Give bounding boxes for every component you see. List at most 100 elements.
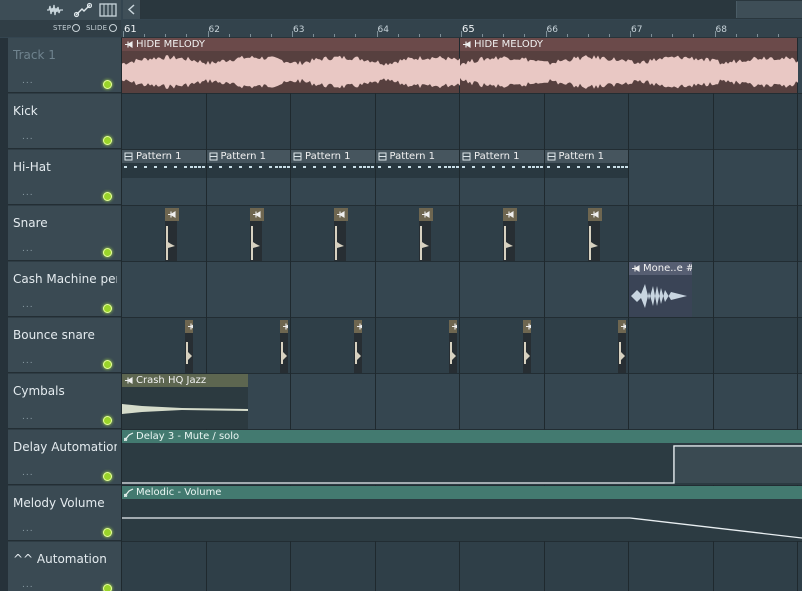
clip-header[interactable] [449, 320, 458, 333]
pattern-clip[interactable]: Pattern 1 [544, 150, 628, 178]
track-lane[interactable] [121, 318, 802, 374]
track-options-dots[interactable]: ... [22, 524, 34, 534]
clip-header[interactable] [354, 320, 363, 333]
track-enable-led[interactable] [103, 192, 112, 201]
bounce-snare-clip[interactable] [354, 320, 363, 373]
track-header[interactable]: Hi-Hat... [8, 150, 121, 205]
track-name[interactable]: Delay Automation [13, 440, 117, 454]
track-enable-led[interactable] [103, 80, 112, 89]
track-options-dots[interactable]: ... [22, 132, 34, 142]
melody-volume-clip[interactable]: Melodic - Volume [122, 486, 802, 541]
clip-header[interactable]: Mone..e #2 [629, 262, 693, 275]
clip-header[interactable]: Crash HQ Jazz [122, 374, 248, 387]
track-enable-led[interactable] [103, 136, 112, 145]
track-header[interactable]: Cymbals... [8, 374, 121, 429]
clip-header[interactable]: Pattern 1 [460, 150, 544, 163]
track-options-dots[interactable]: ... [22, 468, 34, 478]
clip-header[interactable]: Melodic - Volume [122, 486, 802, 499]
clip-header[interactable]: Pattern 1 [122, 150, 206, 163]
track-options-dots[interactable]: ... [22, 188, 34, 198]
track-name[interactable]: Bounce snare [13, 328, 117, 342]
slide-toggle[interactable] [109, 24, 117, 32]
crash-clip[interactable]: Crash HQ Jazz [122, 374, 248, 429]
clip-header[interactable] [185, 320, 194, 333]
clip-header[interactable]: Pattern 1 [375, 150, 459, 163]
track-name[interactable]: Melody Volume [13, 496, 117, 510]
track-name[interactable]: Hi-Hat [13, 160, 117, 174]
cash-machine-clip[interactable]: Mone..e #2 [629, 262, 693, 317]
track-header[interactable]: Melody Volume... [8, 486, 121, 541]
track-enable-led[interactable] [103, 360, 112, 369]
snare-clip[interactable] [503, 208, 518, 261]
track-enable-led[interactable] [103, 528, 112, 537]
track-options-dots[interactable]: ... [22, 580, 34, 590]
pattern-clip[interactable]: Pattern 1 [375, 150, 459, 178]
bounce-snare-clip[interactable] [449, 320, 458, 373]
snare-clip[interactable] [587, 208, 602, 261]
track-name[interactable]: Cymbals [13, 384, 117, 398]
track-lane[interactable] [121, 206, 802, 262]
clip-header[interactable] [165, 208, 180, 221]
track-options-dots[interactable]: ... [22, 244, 34, 254]
clip-header[interactable] [280, 320, 289, 333]
snare-clip[interactable] [249, 208, 264, 261]
track-enable-led[interactable] [103, 248, 112, 257]
clip-header[interactable]: Pattern 1 [544, 150, 628, 163]
track-name[interactable]: Cash Machine perc [13, 272, 117, 286]
track-header[interactable]: Track 1... [8, 38, 121, 93]
track-lane[interactable] [121, 542, 802, 591]
pattern-clip[interactable]: Pattern 1 [122, 150, 206, 178]
clip-header[interactable] [618, 320, 627, 333]
waveform-icon[interactable] [46, 2, 64, 18]
scroll-left-button[interactable] [123, 0, 141, 19]
automation-curve-icon[interactable] [74, 2, 92, 18]
audio-clip[interactable]: HIDE MELODY [460, 38, 798, 93]
clip-header[interactable] [418, 208, 433, 221]
scrollbar-thumb[interactable] [736, 1, 802, 18]
track-options-dots[interactable]: ... [22, 356, 34, 366]
horizontal-scrollbar[interactable] [141, 0, 802, 19]
track-header[interactable]: Snare... [8, 206, 121, 261]
bounce-snare-clip[interactable] [618, 320, 627, 373]
bounce-snare-clip[interactable] [185, 320, 194, 373]
pattern-clip[interactable]: Pattern 1 [291, 150, 375, 178]
track-enable-led[interactable] [103, 416, 112, 425]
track-options-dots[interactable]: ... [22, 412, 34, 422]
piano-icon[interactable] [99, 2, 117, 18]
clip-header[interactable]: Pattern 1 [206, 150, 290, 163]
track-name[interactable]: Track 1 [13, 48, 117, 62]
clip-header[interactable]: HIDE MELODY [460, 38, 797, 51]
track-enable-led[interactable] [103, 304, 112, 313]
playlist-grid[interactable]: HIDE MELODY HIDE MELODY Pattern 1 Pattern 1… [121, 38, 802, 591]
delay-automation-clip[interactable]: Delay 3 - Mute / solo [122, 430, 802, 485]
pattern-clip[interactable]: Pattern 1 [460, 150, 544, 178]
track-header[interactable]: ^^ Automation... [8, 542, 121, 591]
clip-header[interactable]: Delay 3 - Mute / solo [122, 430, 802, 443]
track-name[interactable]: ^^ Automation [13, 552, 117, 566]
bounce-snare-clip[interactable] [280, 320, 289, 373]
snare-clip[interactable] [418, 208, 433, 261]
bounce-snare-clip[interactable] [523, 320, 532, 373]
snare-clip[interactable] [165, 208, 180, 261]
track-header[interactable]: Cash Machine perc... [8, 262, 121, 317]
snare-clip[interactable] [334, 208, 349, 261]
track-enable-led[interactable] [103, 584, 112, 591]
track-header[interactable]: Bounce snare... [8, 318, 121, 373]
track-lane[interactable] [121, 262, 802, 318]
audio-clip[interactable]: HIDE MELODY [122, 38, 460, 93]
track-options-dots[interactable]: ... [22, 76, 34, 86]
clip-header[interactable]: Pattern 1 [291, 150, 375, 163]
track-enable-led[interactable] [103, 472, 112, 481]
clip-header[interactable] [503, 208, 518, 221]
clip-header[interactable] [523, 320, 532, 333]
track-header[interactable]: Kick... [8, 94, 121, 149]
clip-header[interactable] [249, 208, 264, 221]
clip-header[interactable] [334, 208, 349, 221]
timeline-ruler[interactable]: 61 62 63 64 65 66 67 68 [121, 20, 802, 38]
step-toggle[interactable] [72, 24, 80, 32]
pattern-clip[interactable]: Pattern 1 [206, 150, 290, 178]
track-options-dots[interactable]: ... [22, 300, 34, 310]
track-name[interactable]: Kick [13, 104, 117, 118]
clip-header[interactable] [587, 208, 602, 221]
track-lane[interactable] [121, 94, 802, 150]
